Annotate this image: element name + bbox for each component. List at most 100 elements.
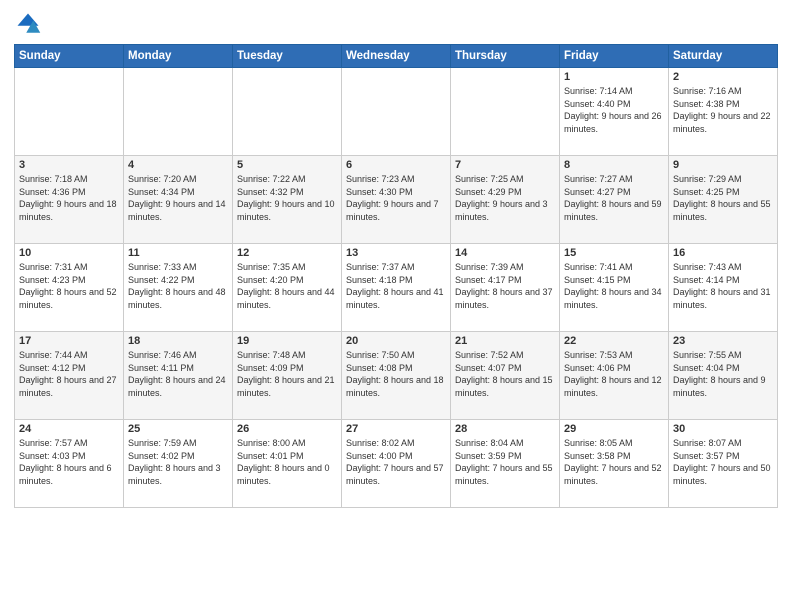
day-number: 10 xyxy=(19,247,119,259)
calendar-row-0: 1 Sunrise: 7:14 AM Sunset: 4:40 PM Daylig… xyxy=(15,68,778,156)
day-number: 1 xyxy=(564,71,664,83)
calendar-cell: 8 Sunrise: 7:27 AM Sunset: 4:27 PM Daylig… xyxy=(560,156,669,244)
cell-info: Sunrise: 7:16 AM Sunset: 4:38 PM Dayligh… xyxy=(673,85,773,135)
day-number: 23 xyxy=(673,335,773,347)
day-number: 16 xyxy=(673,247,773,259)
day-number: 7 xyxy=(455,159,555,171)
calendar-cell xyxy=(451,68,560,156)
cell-info: Sunrise: 7:22 AM Sunset: 4:32 PM Dayligh… xyxy=(237,173,337,223)
day-number: 18 xyxy=(128,335,228,347)
calendar-cell: 28 Sunrise: 8:04 AM Sunset: 3:59 PM Dayli… xyxy=(451,420,560,508)
day-number: 11 xyxy=(128,247,228,259)
calendar-cell: 19 Sunrise: 7:48 AM Sunset: 4:09 PM Dayli… xyxy=(233,332,342,420)
cell-info: Sunrise: 7:31 AM Sunset: 4:23 PM Dayligh… xyxy=(19,261,119,311)
day-number: 25 xyxy=(128,423,228,435)
calendar-cell: 9 Sunrise: 7:29 AM Sunset: 4:25 PM Daylig… xyxy=(669,156,778,244)
cell-info: Sunrise: 7:53 AM Sunset: 4:06 PM Dayligh… xyxy=(564,349,664,399)
cell-info: Sunrise: 7:14 AM Sunset: 4:40 PM Dayligh… xyxy=(564,85,664,135)
day-number: 13 xyxy=(346,247,446,259)
cell-info: Sunrise: 7:50 AM Sunset: 4:08 PM Dayligh… xyxy=(346,349,446,399)
calendar-row-1: 3 Sunrise: 7:18 AM Sunset: 4:36 PM Daylig… xyxy=(15,156,778,244)
logo-icon xyxy=(14,10,42,38)
calendar-cell: 17Sunrise: 7:44 AM Sunset: 4:12 PM Dayli… xyxy=(15,332,124,420)
cell-info: Sunrise: 7:44 AM Sunset: 4:12 PM Dayligh… xyxy=(19,349,119,399)
calendar-cell: 5 Sunrise: 7:22 AM Sunset: 4:32 PM Daylig… xyxy=(233,156,342,244)
cell-info: Sunrise: 7:59 AM Sunset: 4:02 PM Dayligh… xyxy=(128,437,228,487)
calendar-table: SundayMondayTuesdayWednesdayThursdayFrid… xyxy=(14,44,778,508)
day-number: 28 xyxy=(455,423,555,435)
weekday-tuesday: Tuesday xyxy=(233,45,342,68)
calendar-cell: 2Sunrise: 7:16 AM Sunset: 4:38 PM Daylig… xyxy=(669,68,778,156)
day-number: 3 xyxy=(19,159,119,171)
cell-info: Sunrise: 7:57 AM Sunset: 4:03 PM Dayligh… xyxy=(19,437,119,487)
calendar-cell: 6 Sunrise: 7:23 AM Sunset: 4:30 PM Daylig… xyxy=(342,156,451,244)
calendar-cell: 15 Sunrise: 7:41 AM Sunset: 4:15 PM Dayli… xyxy=(560,244,669,332)
calendar-cell xyxy=(124,68,233,156)
cell-info: Sunrise: 7:29 AM Sunset: 4:25 PM Dayligh… xyxy=(673,173,773,223)
cell-info: Sunrise: 8:00 AM Sunset: 4:01 PM Dayligh… xyxy=(237,437,337,487)
calendar-cell: 12Sunrise: 7:35 AM Sunset: 4:20 PM Dayli… xyxy=(233,244,342,332)
calendar-cell: 14Sunrise: 7:39 AM Sunset: 4:17 PM Dayli… xyxy=(451,244,560,332)
calendar-cell: 7 Sunrise: 7:25 AM Sunset: 4:29 PM Daylig… xyxy=(451,156,560,244)
day-number: 5 xyxy=(237,159,337,171)
calendar-row-2: 10 Sunrise: 7:31 AM Sunset: 4:23 PM Dayli… xyxy=(15,244,778,332)
weekday-wednesday: Wednesday xyxy=(342,45,451,68)
cell-info: Sunrise: 7:18 AM Sunset: 4:36 PM Dayligh… xyxy=(19,173,119,223)
cell-info: Sunrise: 8:07 AM Sunset: 3:57 PM Dayligh… xyxy=(673,437,773,487)
day-number: 12 xyxy=(237,247,337,259)
calendar-cell xyxy=(342,68,451,156)
calendar-cell: 4Sunrise: 7:20 AM Sunset: 4:34 PM Daylig… xyxy=(124,156,233,244)
cell-info: Sunrise: 7:41 AM Sunset: 4:15 PM Dayligh… xyxy=(564,261,664,311)
calendar-cell: 24 Sunrise: 7:57 AM Sunset: 4:03 PM Dayli… xyxy=(15,420,124,508)
cell-info: Sunrise: 7:27 AM Sunset: 4:27 PM Dayligh… xyxy=(564,173,664,223)
calendar-cell: 20 Sunrise: 7:50 AM Sunset: 4:08 PM Dayli… xyxy=(342,332,451,420)
calendar-cell: 30 Sunrise: 8:07 AM Sunset: 3:57 PM Dayli… xyxy=(669,420,778,508)
calendar-cell: 27Sunrise: 8:02 AM Sunset: 4:00 PM Dayli… xyxy=(342,420,451,508)
day-number: 8 xyxy=(564,159,664,171)
weekday-monday: Monday xyxy=(124,45,233,68)
calendar-cell: 23 Sunrise: 7:55 AM Sunset: 4:04 PM Dayli… xyxy=(669,332,778,420)
calendar-cell: 26 Sunrise: 8:00 AM Sunset: 4:01 PM Dayli… xyxy=(233,420,342,508)
cell-info: Sunrise: 7:46 AM Sunset: 4:11 PM Dayligh… xyxy=(128,349,228,399)
day-number: 9 xyxy=(673,159,773,171)
calendar-cell: 25 Sunrise: 7:59 AM Sunset: 4:02 PM Dayli… xyxy=(124,420,233,508)
day-number: 30 xyxy=(673,423,773,435)
cell-info: Sunrise: 7:25 AM Sunset: 4:29 PM Dayligh… xyxy=(455,173,555,223)
day-number: 20 xyxy=(346,335,446,347)
cell-info: Sunrise: 7:48 AM Sunset: 4:09 PM Dayligh… xyxy=(237,349,337,399)
cell-info: Sunrise: 7:20 AM Sunset: 4:34 PM Dayligh… xyxy=(128,173,228,223)
cell-info: Sunrise: 8:04 AM Sunset: 3:59 PM Dayligh… xyxy=(455,437,555,487)
cell-info: Sunrise: 7:37 AM Sunset: 4:18 PM Dayligh… xyxy=(346,261,446,311)
calendar-row-3: 17Sunrise: 7:44 AM Sunset: 4:12 PM Dayli… xyxy=(15,332,778,420)
header xyxy=(14,10,778,38)
day-number: 14 xyxy=(455,247,555,259)
calendar-cell: 21 Sunrise: 7:52 AM Sunset: 4:07 PM Dayli… xyxy=(451,332,560,420)
calendar-cell: 18 Sunrise: 7:46 AM Sunset: 4:11 PM Dayli… xyxy=(124,332,233,420)
day-number: 26 xyxy=(237,423,337,435)
cell-info: Sunrise: 8:05 AM Sunset: 3:58 PM Dayligh… xyxy=(564,437,664,487)
calendar-cell: 10 Sunrise: 7:31 AM Sunset: 4:23 PM Dayli… xyxy=(15,244,124,332)
cell-info: Sunrise: 7:23 AM Sunset: 4:30 PM Dayligh… xyxy=(346,173,446,223)
calendar-cell xyxy=(15,68,124,156)
weekday-friday: Friday xyxy=(560,45,669,68)
weekday-thursday: Thursday xyxy=(451,45,560,68)
page: SundayMondayTuesdayWednesdayThursdayFrid… xyxy=(0,0,792,612)
cell-info: Sunrise: 7:52 AM Sunset: 4:07 PM Dayligh… xyxy=(455,349,555,399)
calendar-cell xyxy=(233,68,342,156)
day-number: 27 xyxy=(346,423,446,435)
day-number: 6 xyxy=(346,159,446,171)
weekday-sunday: Sunday xyxy=(15,45,124,68)
weekday-header-row: SundayMondayTuesdayWednesdayThursdayFrid… xyxy=(15,45,778,68)
logo xyxy=(14,10,46,38)
day-number: 19 xyxy=(237,335,337,347)
cell-info: Sunrise: 7:43 AM Sunset: 4:14 PM Dayligh… xyxy=(673,261,773,311)
calendar-row-4: 24 Sunrise: 7:57 AM Sunset: 4:03 PM Dayli… xyxy=(15,420,778,508)
day-number: 21 xyxy=(455,335,555,347)
day-number: 15 xyxy=(564,247,664,259)
calendar-cell: 22Sunrise: 7:53 AM Sunset: 4:06 PM Dayli… xyxy=(560,332,669,420)
weekday-saturday: Saturday xyxy=(669,45,778,68)
day-number: 24 xyxy=(19,423,119,435)
calendar-cell: 3 Sunrise: 7:18 AM Sunset: 4:36 PM Daylig… xyxy=(15,156,124,244)
calendar-cell: 11Sunrise: 7:33 AM Sunset: 4:22 PM Dayli… xyxy=(124,244,233,332)
cell-info: Sunrise: 7:55 AM Sunset: 4:04 PM Dayligh… xyxy=(673,349,773,399)
